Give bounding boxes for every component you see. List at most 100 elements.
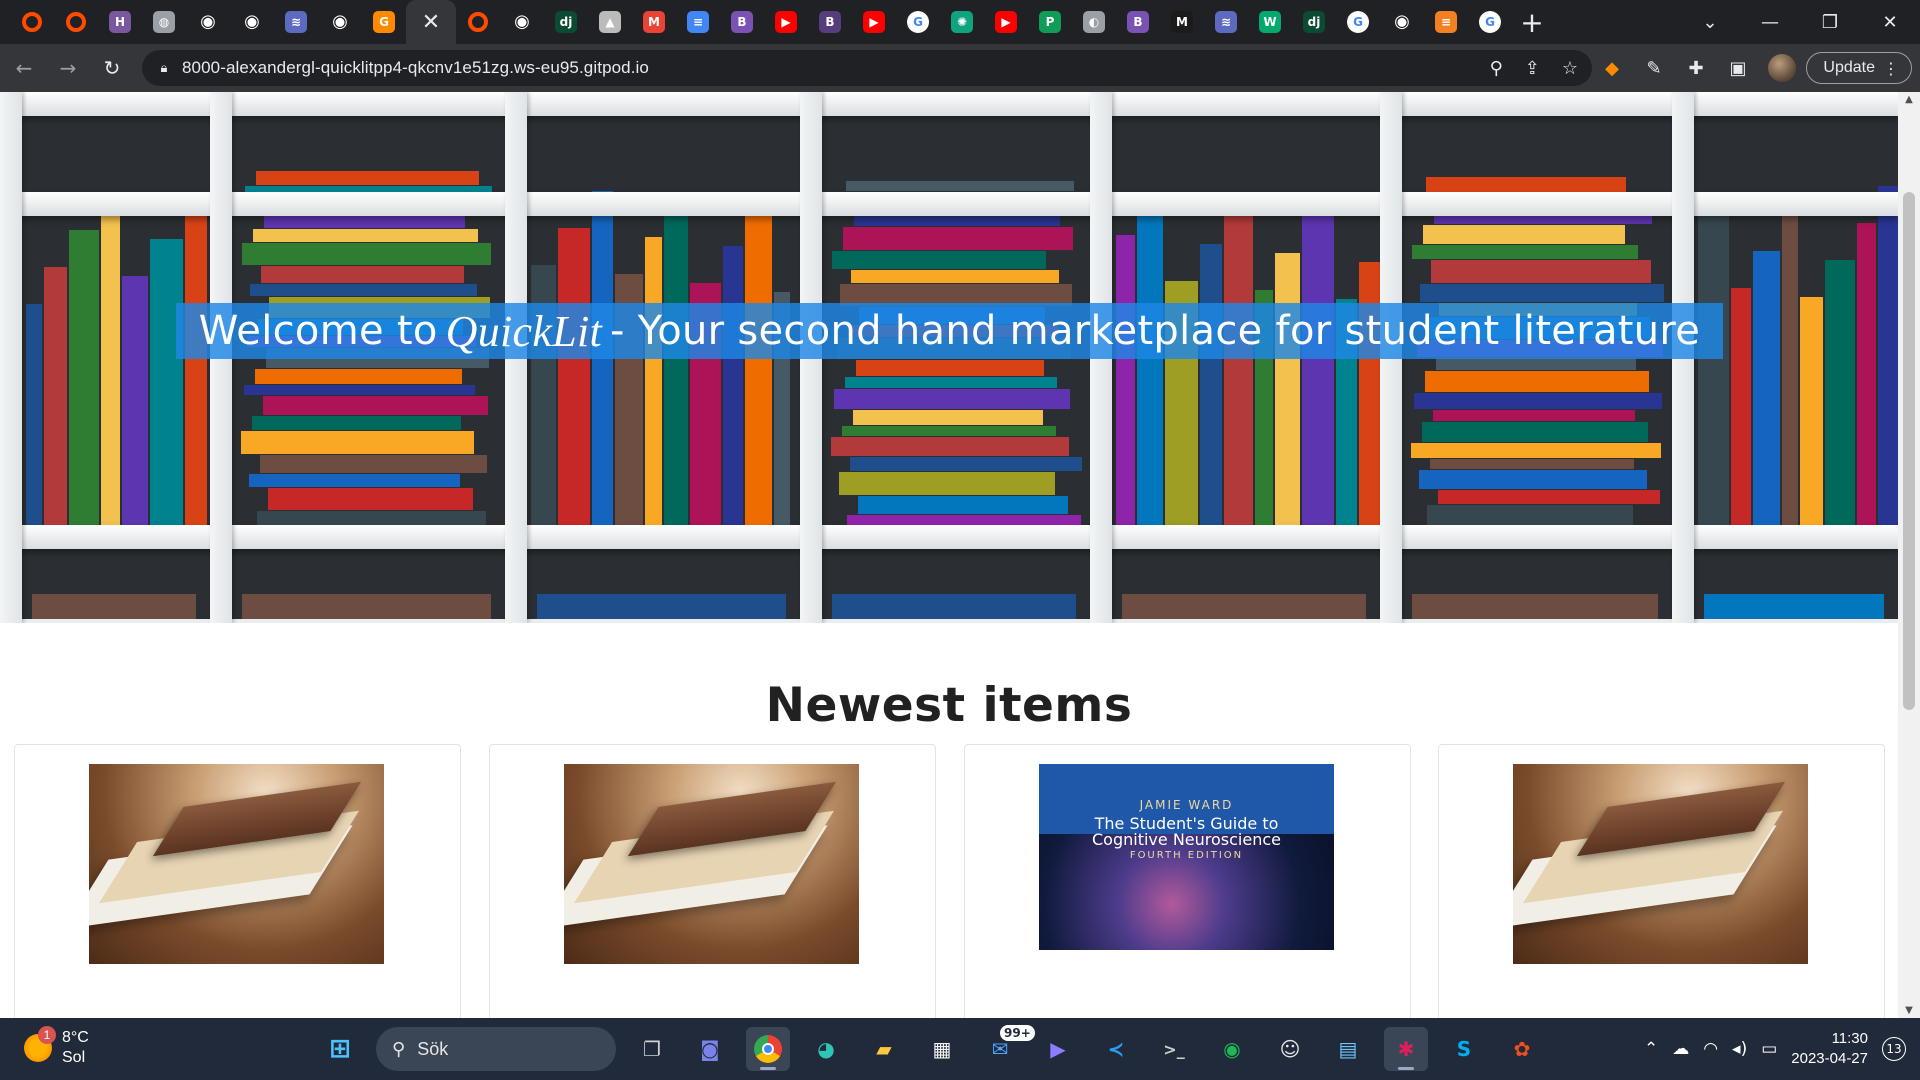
clock[interactable]: 11:30 2023-04-27 xyxy=(1791,1029,1868,1069)
browser-tab[interactable]: ◍ xyxy=(142,0,186,44)
battery-icon[interactable]: ▭ xyxy=(1761,1039,1777,1059)
browser-tab[interactable]: ◉ xyxy=(230,0,274,44)
onedrive-icon[interactable]: ☁ xyxy=(1672,1039,1689,1059)
volume-icon[interactable]: ◂) xyxy=(1732,1039,1747,1059)
hero-banner: Welcome to QuickLit - Your second hand m… xyxy=(0,92,1898,623)
browser-tab[interactable]: ◉ xyxy=(1380,0,1424,44)
file-explorer-icon[interactable]: ▰ xyxy=(862,1027,906,1071)
book-stacked xyxy=(241,431,474,454)
close-window-button[interactable]: ✕ xyxy=(1860,0,1920,44)
item-card[interactable] xyxy=(14,744,461,1018)
gitpod-extension-icon[interactable]: ◆ xyxy=(1600,56,1624,80)
browser-tab[interactable]: M xyxy=(1160,0,1204,44)
item-image[interactable]: JAMIE WARD The Student's Guide to Cognitiv… xyxy=(1039,764,1334,964)
notepad-icon[interactable]: ▤ xyxy=(1326,1027,1370,1071)
back-button[interactable]: ← xyxy=(4,48,44,88)
browser-tab[interactable]: ◉ xyxy=(318,0,362,44)
browser-tab[interactable] xyxy=(54,0,98,44)
address-bar[interactable]: 🔒︎ 8000-alexandergl-quicklitpp4-qkcnv1e5… xyxy=(142,50,1592,86)
browser-tab[interactable]: ▲ xyxy=(588,0,632,44)
browser-tab[interactable]: P xyxy=(1028,0,1072,44)
browser-tab[interactable] xyxy=(456,0,500,44)
windows-start-icon[interactable]: ⊞ xyxy=(318,1027,362,1071)
emoji-app-icon[interactable]: ☺ xyxy=(1268,1027,1312,1071)
scroll-up-arrow-icon[interactable]: ▲ xyxy=(1898,94,1920,105)
media-player-icon[interactable]: ▶ xyxy=(1036,1027,1080,1071)
item-card[interactable] xyxy=(489,744,936,1018)
browser-tab[interactable] xyxy=(10,0,54,44)
browser-tab[interactable]: ✕ xyxy=(406,0,456,44)
browser-tab[interactable]: ✺ xyxy=(940,0,984,44)
wifi-icon[interactable]: ◠ xyxy=(1703,1039,1718,1059)
weather-widget[interactable]: 1 8°C Sol xyxy=(24,1026,89,1068)
browser-tab[interactable]: B xyxy=(720,0,764,44)
tab-search-chevron-icon[interactable]: ⌄ xyxy=(1680,0,1740,44)
browser-tab[interactable]: H xyxy=(98,0,142,44)
edge-icon[interactable]: ◕ xyxy=(804,1027,848,1071)
browser-tab[interactable]: ≋ xyxy=(1204,0,1248,44)
browser-tab[interactable]: ≋ xyxy=(274,0,318,44)
item-image[interactable] xyxy=(564,764,859,964)
zoom-icon[interactable]: ⚲ xyxy=(1490,58,1503,79)
browser-tab[interactable]: G xyxy=(362,0,406,44)
browser-tab[interactable]: ◉ xyxy=(186,0,230,44)
book-stacked xyxy=(1430,459,1634,469)
profile-avatar[interactable] xyxy=(1768,54,1796,82)
browser-tab[interactable]: G xyxy=(1336,0,1380,44)
lock-icon[interactable]: 🔒︎ xyxy=(146,60,182,76)
spotify-icon[interactable]: ◉ xyxy=(1210,1027,1254,1071)
figma-icon[interactable]: ✿ xyxy=(1500,1027,1544,1071)
browser-tab[interactable]: ◉ xyxy=(500,0,544,44)
bookmark-star-icon[interactable]: ☆ xyxy=(1562,58,1578,79)
browser-tab[interactable]: ▶ xyxy=(764,0,808,44)
browser-tab[interactable]: ≡ xyxy=(676,0,720,44)
pen-extension-icon[interactable]: ✎ xyxy=(1642,56,1666,80)
puzzle-icon[interactable]: ✚ xyxy=(1684,56,1708,80)
book-spine xyxy=(122,276,148,534)
browser-tab[interactable]: M xyxy=(632,0,676,44)
browser-tab[interactable]: W xyxy=(1248,0,1292,44)
mail-icon[interactable]: ✉ 99+ xyxy=(978,1025,1035,1071)
share-icon[interactable]: ⇪ xyxy=(1525,58,1540,79)
page-scrollbar[interactable]: ▲ ▼ xyxy=(1898,92,1920,1018)
browser-tab[interactable]: ≡ xyxy=(1424,0,1468,44)
teams-chat-icon[interactable]: ◙ xyxy=(688,1027,732,1071)
item-card[interactable]: JAMIE WARD The Student's Guide to Cognitiv… xyxy=(964,744,1411,1018)
browser-tab[interactable]: B xyxy=(1116,0,1160,44)
browser-tab[interactable]: G xyxy=(896,0,940,44)
tab-strip: H ◍ ◉ ◉ ≋ ◉ G ✕ ◉ dj ▲ M ≡ B ▶ B ▶ G ✺ ▶ P ◐ B M ≋ Wdj G ◉ ≡ G + ⌄ — … xyxy=(0,0,1920,44)
update-button[interactable]: Update ⋮ xyxy=(1806,52,1912,84)
reload-button[interactable]: ↻ xyxy=(92,48,132,88)
cover-edition: FOURTH EDITION xyxy=(1129,850,1244,861)
chrome-icon[interactable] xyxy=(746,1027,790,1071)
side-panel-icon[interactable]: ▣ xyxy=(1726,56,1750,80)
browser-tab[interactable]: G xyxy=(1468,0,1512,44)
taskbar-search[interactable]: ⚲ Sök xyxy=(376,1027,616,1071)
item-image[interactable] xyxy=(1513,764,1808,964)
forward-button[interactable]: → xyxy=(48,48,88,88)
task-view-icon[interactable]: ❐ xyxy=(630,1027,674,1071)
tray-chevron-up-icon[interactable]: ⌃ xyxy=(1644,1039,1658,1059)
slack-icon[interactable]: ✱ xyxy=(1384,1027,1428,1071)
scroll-down-arrow-icon[interactable]: ▼ xyxy=(1898,1005,1920,1016)
url-text[interactable]: 8000-alexandergl-quicklitpp4-qkcnv1e51zg… xyxy=(182,58,649,78)
scrollbar-thumb[interactable] xyxy=(1903,192,1915,710)
browser-tab[interactable]: dj xyxy=(544,0,588,44)
item-card[interactable] xyxy=(1438,744,1885,1018)
notification-count[interactable]: 13 xyxy=(1882,1037,1906,1061)
browser-tab[interactable]: ◐ xyxy=(1072,0,1116,44)
new-tab-button[interactable]: + xyxy=(1512,0,1552,44)
vscode-icon[interactable]: ≺ xyxy=(1094,1027,1138,1071)
menu-kebab-icon[interactable]: ⋮ xyxy=(1883,59,1899,78)
item-image[interactable] xyxy=(89,764,384,964)
minimize-button[interactable]: — xyxy=(1740,0,1800,44)
restore-button[interactable]: ❐ xyxy=(1800,0,1860,44)
skype-icon[interactable]: S xyxy=(1442,1027,1486,1071)
store-icon[interactable]: ▦ xyxy=(920,1027,964,1071)
book-spine xyxy=(1200,244,1222,534)
browser-tab[interactable]: ▶ xyxy=(984,0,1028,44)
browser-tab[interactable]: B xyxy=(808,0,852,44)
browser-tab[interactable]: ▶ xyxy=(852,0,896,44)
browser-tab[interactable]: dj xyxy=(1292,0,1336,44)
terminal-icon[interactable]: >_ xyxy=(1152,1027,1196,1071)
